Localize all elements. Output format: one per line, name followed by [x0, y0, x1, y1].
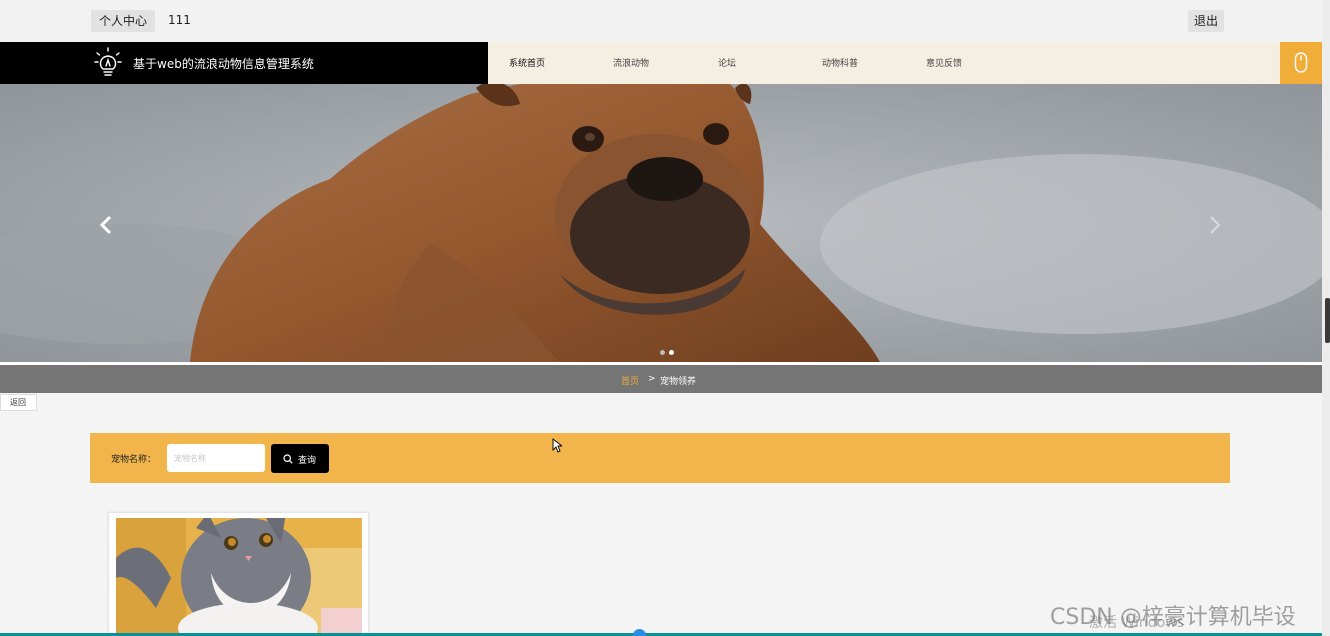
mouse-toggle-button[interactable]: [1280, 42, 1322, 84]
nav-item-forum[interactable]: 论坛: [718, 56, 736, 69]
csdn-watermark: CSDN @梓豪计算机毕设: [1050, 605, 1296, 630]
search-icon: [283, 454, 293, 464]
nav-item-feedback[interactable]: 意见反馈: [926, 56, 962, 69]
search-button[interactable]: 查询: [271, 444, 329, 473]
pet-name-label: 宠物名称：: [111, 455, 157, 465]
pet-card[interactable]: [108, 512, 369, 636]
search-button-label: 查询: [298, 456, 317, 466]
nav-item-stray-animals[interactable]: 流浪动物: [613, 56, 649, 69]
main-navigation: 基于web的流浪动物信息管理系统 系统首页 流浪动物 论坛 动物科普 意见反馈: [0, 42, 1322, 84]
brand-bar: 基于web的流浪动物信息管理系统: [0, 42, 488, 84]
cat-photo: [116, 518, 362, 636]
logout-button[interactable]: 退出: [1188, 10, 1225, 32]
search-bar: 宠物名称： 查询: [90, 433, 1230, 483]
back-button[interactable]: 返回: [0, 394, 37, 411]
profile-button[interactable]: 个人中心: [91, 10, 156, 32]
banner-carousel[interactable]: [0, 84, 1322, 362]
breadcrumb-separator: >: [648, 374, 656, 384]
site-title: 基于web的流浪动物信息管理系统: [133, 57, 314, 71]
nav-item-animal-science[interactable]: 动物科普: [822, 56, 858, 69]
mouse-icon: [1294, 52, 1308, 73]
chevron-right-icon[interactable]: [1207, 214, 1223, 236]
nav-menu: 系统首页 流浪动物 论坛 动物科普 意见反馈: [488, 42, 1280, 84]
nav-item-home[interactable]: 系统首页: [509, 56, 545, 69]
taskbar-indicator: [633, 629, 646, 636]
banner-image: [0, 84, 1322, 362]
top-bar: 个人中心 111 退出: [0, 0, 1322, 42]
breadcrumb-home-link[interactable]: 首页: [621, 374, 639, 387]
breadcrumb-current: 宠物领养: [660, 377, 697, 387]
pet-image: [116, 518, 362, 636]
chevron-left-icon[interactable]: [98, 214, 114, 236]
lightbulb-logo-icon: [94, 47, 122, 76]
mouse-cursor-icon: [552, 438, 562, 453]
carousel-dot-2[interactable]: [669, 350, 674, 355]
username-label: 111: [168, 13, 191, 27]
scrollbar-thumb[interactable]: [1325, 298, 1330, 343]
breadcrumb: 首页 > 宠物领养: [0, 365, 1322, 393]
carousel-dot-1[interactable]: [660, 350, 665, 355]
pet-name-input[interactable]: [167, 444, 265, 472]
